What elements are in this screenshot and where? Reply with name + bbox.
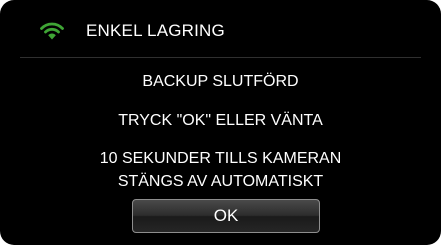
wifi-icon (40, 22, 64, 40)
countdown-message-line2: STÄNGS AV AUTOMATISKT (117, 173, 324, 190)
camera-screen: ENKEL LAGRING BACKUP SLUTFÖRD TRYCK "OK"… (0, 0, 441, 245)
status-message: BACKUP SLUTFÖRD (142, 73, 299, 90)
header: ENKEL LAGRING (0, 0, 441, 58)
instruction-message: TRYCK "OK" ELLER VÄNTA (118, 112, 323, 129)
screen-title: ENKEL LAGRING (86, 21, 225, 40)
ok-button[interactable]: OK (132, 199, 320, 233)
header-divider (20, 57, 421, 58)
countdown-message-line1: 10 SEKUNDER TILLS KAMERAN (99, 150, 342, 167)
